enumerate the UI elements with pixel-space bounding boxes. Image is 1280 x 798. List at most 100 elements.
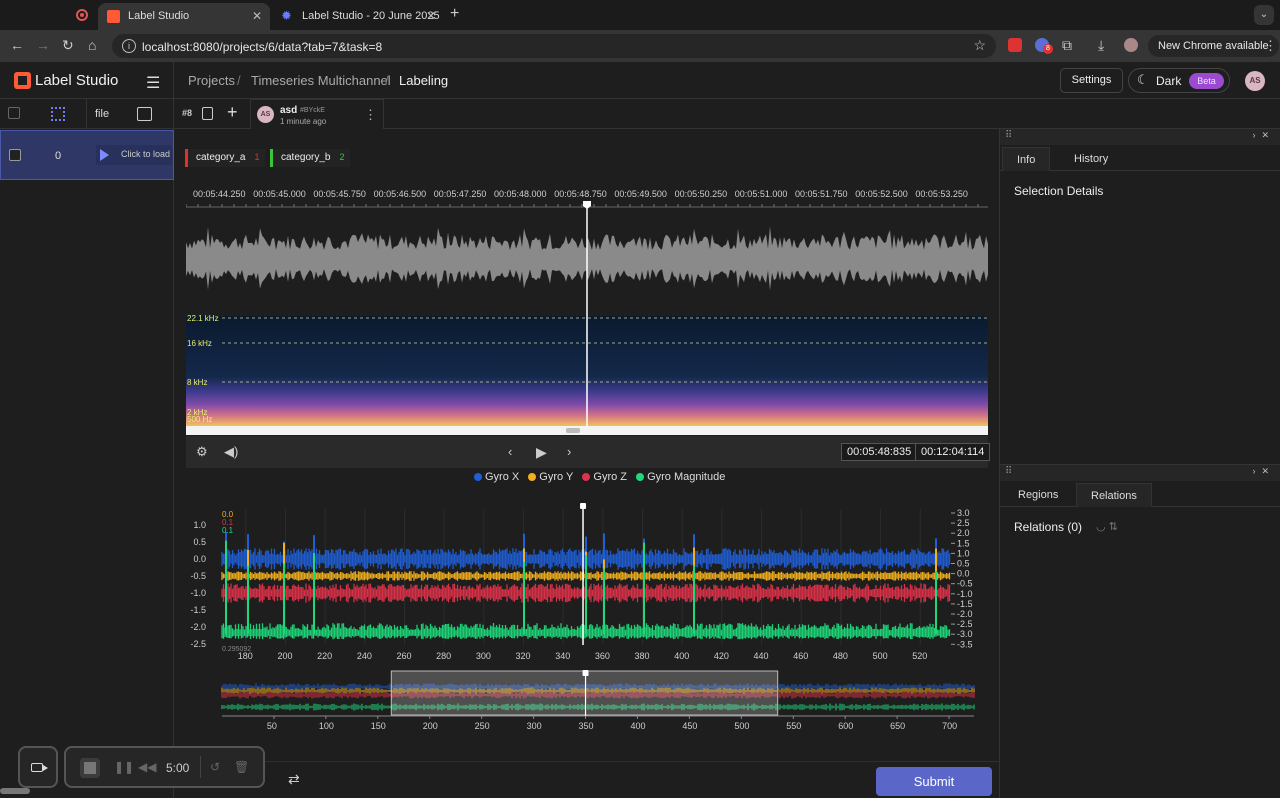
- browser-tab-label-studio[interactable]: Label Studio ✕: [98, 3, 270, 30]
- browser-tab-label-studio-june[interactable]: ✹ Label Studio - 20 June 2025 ✕: [272, 3, 444, 30]
- label-studio-logo-icon: [14, 72, 31, 89]
- extensions-puzzle-icon[interactable]: ⧉: [1062, 37, 1072, 54]
- legend-gyro-y[interactable]: Gyro Y: [528, 471, 573, 483]
- panel-window-controls[interactable]: ›✕: [1252, 130, 1275, 141]
- table-row[interactable]: 0 Click to load: [0, 130, 174, 180]
- beta-badge: Beta: [1189, 73, 1224, 89]
- label-category-a[interactable]: category_a 1: [185, 149, 266, 167]
- overview-tick-label: 550: [786, 721, 801, 731]
- timeline-tick-label: 00:05:44.250: [193, 189, 246, 199]
- submit-button[interactable]: Submit: [876, 767, 992, 796]
- breadcrumb-project[interactable]: Timeseries Multichannel: [251, 73, 391, 88]
- address-bar[interactable]: i localhost:8080/projects/6/data?tab=7&t…: [112, 34, 996, 58]
- info-tabs: Info History: [1000, 147, 1280, 171]
- play-icon[interactable]: ▶: [536, 444, 547, 461]
- bookmark-star-icon[interactable]: ☆: [973, 37, 986, 54]
- home-icon[interactable]: ⌂: [88, 37, 96, 53]
- new-tab-button[interactable]: +: [450, 5, 459, 23]
- column-file[interactable]: file: [95, 108, 109, 120]
- audio-visualizer[interactable]: 00:05:44.250 00:05:45.000 00:05:45.750 00:0…: [186, 185, 988, 435]
- close-tab-icon[interactable]: ✕: [426, 9, 436, 23]
- left-tick-label: 0.0: [193, 554, 206, 564]
- timeseries-chart[interactable]: 180 200 220 240 260 280 300 320 340 360 380 400 420 4…: [174, 501, 999, 741]
- settings-gear-icon[interactable]: ⚙: [196, 444, 208, 460]
- volume-icon[interactable]: ◀): [224, 444, 238, 460]
- timeline-axis: 00:05:44.250 00:05:45.000 00:05:45.750 00:0…: [186, 189, 979, 207]
- theme-label: Dark: [1156, 74, 1182, 88]
- theme-toggle-button[interactable]: ☾ Dark Beta: [1128, 68, 1230, 93]
- download-icon[interactable]: ⤓: [1098, 37, 1104, 54]
- chart-legend: Gyro X Gyro Y Gyro Z Gyro Magnitude: [474, 471, 731, 483]
- label-category-b[interactable]: category_b 2: [270, 149, 351, 167]
- tab-title: Label Studio: [128, 10, 190, 22]
- back-icon[interactable]: ←: [10, 37, 24, 53]
- left-tick-label: -1.0: [190, 588, 206, 598]
- legend-gyro-magnitude[interactable]: Gyro Magnitude: [636, 471, 725, 483]
- overview-tick-label: 650: [890, 721, 905, 731]
- drag-handle-icon[interactable]: ⠿: [1005, 466, 1012, 477]
- right-tick-label: 2.0: [957, 528, 970, 538]
- browser-menu-icon[interactable]: ⋮: [1264, 38, 1277, 54]
- app-header: Label Studio ☰ Projects / Timeseries Mul…: [0, 62, 1280, 99]
- reload-icon[interactable]: ↻: [62, 37, 74, 54]
- annotation-tab[interactable]: AS asd #BYckE 1 minute ago ⋮: [250, 99, 384, 129]
- legend-gyro-z[interactable]: Gyro Z: [582, 471, 627, 483]
- add-annotation-button[interactable]: +: [227, 102, 238, 123]
- forward-chevron-icon[interactable]: ›: [567, 444, 571, 459]
- timeline-tick-label: 00:05:49.500: [614, 189, 667, 199]
- label-name: category_b: [281, 152, 331, 163]
- panel-window-controls[interactable]: ›✕: [1252, 466, 1275, 477]
- restart-icon[interactable]: ↺: [210, 760, 220, 774]
- grid-view-icon[interactable]: [51, 107, 65, 121]
- tab-info[interactable]: Info: [1002, 147, 1051, 171]
- relations-sort-icons[interactable]: ◡ ⇅: [1096, 520, 1118, 533]
- recording-indicator-icon: [76, 9, 88, 21]
- playhead-handle[interactable]: [583, 201, 591, 209]
- extension-red-icon[interactable]: [1008, 38, 1022, 52]
- horizontal-scrollbar[interactable]: [0, 788, 174, 794]
- trash-icon[interactable]: 🗑: [234, 760, 249, 774]
- user-avatar[interactable]: AS: [1245, 71, 1265, 91]
- forward-icon[interactable]: →: [36, 37, 50, 53]
- row-checkbox[interactable]: [9, 149, 21, 161]
- recording-time: 5:00: [166, 761, 190, 775]
- tab-history[interactable]: History: [1060, 147, 1122, 171]
- select-all-checkbox[interactable]: [8, 107, 20, 119]
- rewind-icon[interactable]: ◀◀: [138, 760, 156, 774]
- url-text[interactable]: localhost:8080/projects/6/data?tab=7&tas…: [142, 40, 382, 54]
- split-view-icon[interactable]: [202, 107, 213, 120]
- x-tick-label: 400: [674, 651, 689, 661]
- tab-regions[interactable]: Regions: [1004, 483, 1072, 507]
- right-tick-label: -1.0: [957, 589, 973, 599]
- overview-selection-window[interactable]: [390, 670, 779, 716]
- camera-toggle-button[interactable]: [18, 746, 58, 788]
- site-info-icon[interactable]: i: [122, 39, 136, 53]
- overview-tick-label: 100: [319, 721, 334, 731]
- swap-icon[interactable]: ⇄: [288, 771, 300, 788]
- freq-label: 22.1 kHz: [187, 314, 219, 323]
- x-tick-label: 280: [436, 651, 451, 661]
- image-column-icon[interactable]: [137, 107, 152, 121]
- scrollbar-thumb[interactable]: [0, 788, 30, 794]
- settings-button[interactable]: Settings: [1060, 68, 1123, 93]
- x-tick-label: 480: [833, 651, 848, 661]
- menu-hamburger-icon[interactable]: ☰: [146, 73, 160, 93]
- legend-gyro-x[interactable]: Gyro X: [474, 471, 519, 483]
- scroll-track: [186, 426, 988, 435]
- x-tick-label: 440: [754, 651, 769, 661]
- pause-icon[interactable]: ❚❚: [114, 760, 134, 774]
- tab-search-button[interactable]: ⌄: [1254, 5, 1274, 25]
- profile-avatar-icon[interactable]: [1124, 38, 1138, 52]
- rewind-chevron-icon[interactable]: ‹: [508, 444, 512, 459]
- update-chrome-button[interactable]: New Chrome available: [1148, 35, 1279, 57]
- legend-dot: [636, 473, 645, 481]
- scroll-handle[interactable]: [566, 428, 580, 433]
- close-tab-icon[interactable]: ✕: [252, 9, 262, 23]
- tab-relations[interactable]: Relations: [1076, 483, 1152, 507]
- breadcrumb-projects[interactable]: Projects: [188, 73, 235, 88]
- audio-play-button[interactable]: Click to load: [96, 145, 172, 165]
- x-tick-label: 320: [516, 651, 531, 661]
- stop-recording-button[interactable]: [80, 758, 100, 778]
- more-options-icon[interactable]: ⋮: [364, 107, 377, 123]
- drag-handle-icon[interactable]: ⠿: [1005, 130, 1012, 141]
